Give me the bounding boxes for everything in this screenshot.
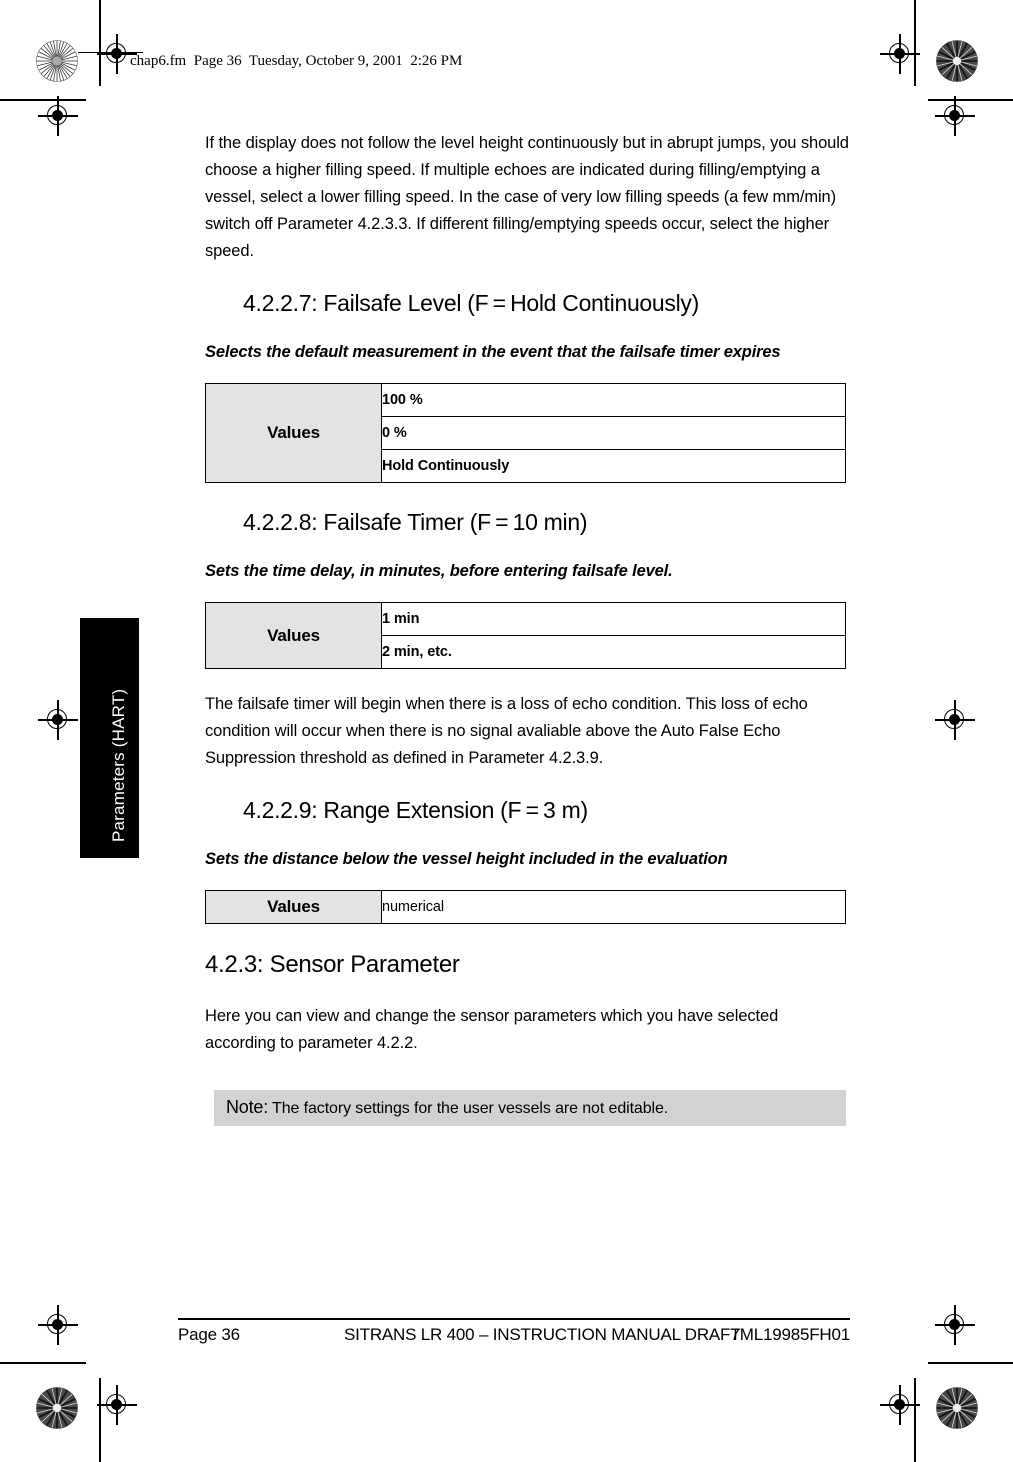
rosette-target-top-right — [936, 40, 978, 82]
value-cell: 2 min, etc. — [381, 635, 846, 669]
intro-paragraph: If the display does not follow the level… — [205, 134, 849, 260]
filemark-text: chap6.fm Page 36 Tuesday, October 9, 200… — [130, 53, 463, 69]
heading-4-2-2-8: 4.2.2.8: Failsafe Timer (F = 10 min) — [243, 509, 588, 535]
registration-mark-bottom-left — [38, 1305, 78, 1345]
registration-mark-bottom-left-inner — [97, 1385, 137, 1425]
sensor-paragraph: Here you can view and change the sensor … — [205, 1007, 779, 1052]
registration-mark-top-right — [880, 34, 920, 74]
failsafe-timer-paragraph: The failsafe timer will begin when there… — [205, 695, 808, 767]
footer-manual-title: SITRANS LR 400 – INSTRUCTION MANUAL DRAF… — [344, 1325, 741, 1344]
side-tab-parameters-hart: Parameters (HART) — [80, 618, 139, 858]
registration-mark-bottom-right — [935, 1305, 975, 1345]
value-cell: 1 min — [381, 602, 846, 636]
values-label: Values — [205, 383, 382, 483]
values-table-failsafe-timer: Values 1 min 2 min, etc. — [205, 602, 846, 669]
main-content: If the display does not follow the level… — [205, 130, 850, 1126]
table-row: Values numerical — [205, 890, 846, 924]
page-footer: Page 36 SITRANS LR 400 – INSTRUCTION MAN… — [178, 1325, 850, 1351]
document-page: chap6.fm Page 36 Tuesday, October 9, 200… — [0, 0, 1013, 1462]
rosette-target-bottom-right — [936, 1387, 978, 1429]
subtitle-4-2-2-7: Selects the default measurement in the e… — [205, 343, 781, 361]
table-row: Values 100 % — [205, 383, 846, 483]
footer-page-number: Page 36 — [178, 1325, 240, 1344]
value-cell: 100 % — [381, 383, 846, 417]
rosette-target-top-left — [36, 40, 78, 82]
rosette-target-bottom-left — [36, 1387, 78, 1429]
table-row: Values 1 min — [205, 602, 846, 669]
footer-document-code: 7ML19985FH01 — [730, 1325, 850, 1344]
heading-4-2-2-7: 4.2.2.7: Failsafe Level (F = Hold Contin… — [243, 290, 699, 316]
values-table-range-extension: Values numerical — [205, 890, 846, 924]
registration-mark-left-middle — [38, 700, 78, 740]
side-tab-label: Parameters (HART) — [109, 688, 128, 842]
values-label: Values — [205, 890, 382, 924]
heading-4-2-2-9: 4.2.2.9: Range Extension (F = 3 m) — [243, 797, 588, 823]
note-label: Note: — [226, 1097, 269, 1117]
registration-mark-top-left-inner — [38, 96, 78, 136]
footer-rule — [178, 1318, 850, 1320]
value-cell: Hold Continuously — [381, 449, 846, 483]
value-cell: numerical — [381, 890, 846, 924]
note-box: Note: The factory settings for the user v… — [214, 1090, 846, 1126]
subtitle-4-2-2-8: Sets the time delay, in minutes, before … — [205, 562, 673, 580]
registration-mark-bottom-right-inner — [880, 1385, 920, 1425]
crop-line-bottom-right-horizontal — [928, 1362, 1013, 1364]
subtitle-4-2-2-9: Sets the distance below the vessel heigh… — [205, 850, 728, 868]
registration-mark-top-right-inner — [935, 96, 975, 136]
crop-line-bottom-left-horizontal — [0, 1362, 86, 1364]
value-cell: 0 % — [381, 416, 846, 450]
registration-mark-right-middle — [935, 700, 975, 740]
values-label: Values — [205, 602, 382, 669]
heading-4-2-3: 4.2.3: Sensor Parameter — [205, 951, 460, 978]
note-text: The factory settings for the user vessel… — [272, 1100, 669, 1117]
values-table-failsafe-level: Values 100 % 0 % Hold Continuously — [205, 383, 846, 483]
